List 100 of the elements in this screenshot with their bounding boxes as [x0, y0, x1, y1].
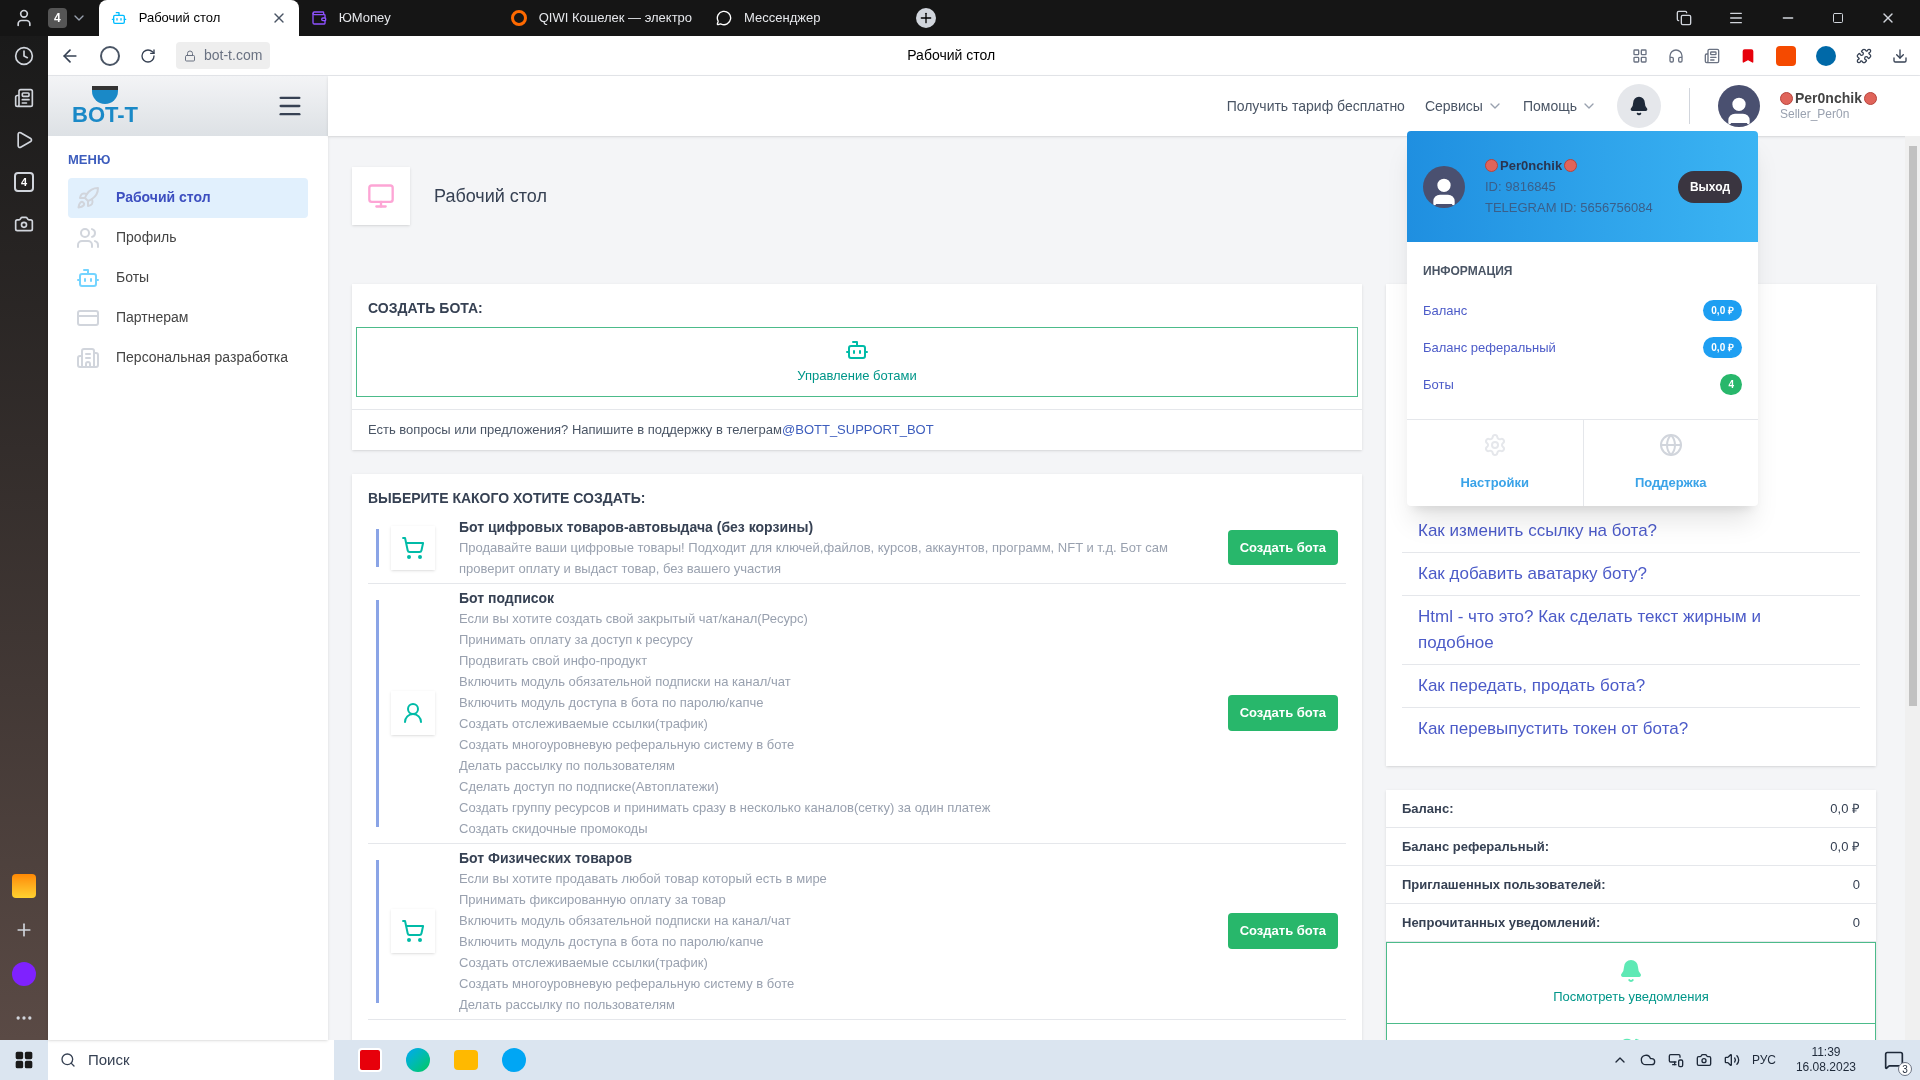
- cart-icon: [401, 919, 425, 943]
- volume-icon[interactable]: [1723, 1052, 1740, 1068]
- promo-link[interactable]: Получить тариф бесплатно: [1226, 95, 1405, 117]
- person-icon: [401, 701, 425, 725]
- browser-tab[interactable]: Мессенджер: [704, 0, 905, 36]
- search-icon: [60, 1052, 76, 1068]
- sidebar-item[interactable]: Боты: [68, 257, 308, 298]
- language-indicator[interactable]: РУС: [1751, 1051, 1776, 1069]
- support-text: Есть вопросы или предложения? Напишите в поддержку в телеграм: [368, 421, 782, 439]
- info-link[interactable]: Баланс: [1423, 300, 1468, 321]
- clock-time[interactable]: 11:39: [1811, 1045, 1841, 1060]
- bot-type-description: Создать многоуровневую реферальную систему в боте: [459, 974, 796, 993]
- card-title: СОЗДАТЬ БОТА:: [367, 299, 484, 318]
- counter-badge[interactable]: 4: [14, 172, 34, 192]
- reader-icon[interactable]: [1704, 47, 1720, 64]
- bot-type-description: Включить модуль обязательной подписки на канал/чат: [459, 672, 792, 691]
- browser-tab[interactable]: ЮMoney: [298, 0, 499, 36]
- section-title: ИНФОРМАЦИЯ: [1423, 263, 1514, 280]
- address-field[interactable]: bot-t.com: [176, 42, 271, 69]
- bell-icon: [1629, 96, 1649, 116]
- stat-label: Приглашенных пользователей:: [1402, 875, 1606, 894]
- grid-icon[interactable]: [1632, 47, 1648, 64]
- bot-type-description: Делать рассылку по пользователям: [459, 995, 676, 1014]
- page-heading: Рабочий стол: [434, 184, 547, 208]
- sidebar-item[interactable]: Персональная разработка: [68, 337, 308, 378]
- copy-icon[interactable]: [1676, 10, 1692, 26]
- cart-icon: [401, 535, 425, 560]
- browser-tab[interactable]: Рабочий стол: [98, 0, 299, 36]
- avatar[interactable]: [1718, 85, 1760, 127]
- scrollbar-thumb[interactable]: [1908, 146, 1917, 706]
- count-badge: 0,0 ₽: [1703, 337, 1742, 358]
- extensions-icon[interactable]: [1856, 47, 1872, 64]
- user-name: Per0nchik: [1500, 157, 1563, 175]
- bot-type-description: Если вы хотите создать свой закрытый чат/канал(Ресурс): [459, 609, 809, 628]
- play-icon[interactable]: [14, 130, 34, 150]
- sidebar-item[interactable]: Профиль: [68, 217, 308, 258]
- help-link[interactable]: Как изменить ссылку на бота?: [1418, 518, 1658, 544]
- help-link[interactable]: Html - что это? Как сделать текст жирным и подобное: [1418, 604, 1798, 656]
- bot-type-description: Принимать оплату за доступ к ресурсу: [459, 630, 694, 649]
- notifications-tile[interactable]: Посмотреть уведомления: [1386, 942, 1876, 1024]
- browser-tab[interactable]: QIWI Кошелек — электро: [498, 0, 705, 36]
- avatar: [1423, 165, 1465, 208]
- profile-icon[interactable]: [14, 8, 34, 28]
- nav-menu[interactable]: Сервисы: [1424, 95, 1503, 117]
- help-link[interactable]: Как добавить аватарку боту?: [1418, 561, 1648, 587]
- info-link[interactable]: Боты: [1423, 374, 1454, 395]
- clock-date[interactable]: 16.08.2023: [1795, 1060, 1856, 1075]
- camera-icon[interactable]: [1695, 1052, 1712, 1068]
- logout-button[interactable]: Выход: [1677, 170, 1742, 203]
- cloud-icon[interactable]: [1639, 1052, 1656, 1068]
- bot-type-description: Создать отслеживаемые ссылки(трафик): [459, 953, 709, 972]
- stat-label: Баланс:: [1402, 799, 1454, 818]
- globe-icon: [1658, 433, 1683, 458]
- building-icon: [76, 345, 100, 370]
- camera-icon[interactable]: [14, 214, 34, 234]
- history-icon[interactable]: [14, 46, 34, 66]
- page-title: Рабочий стол: [907, 46, 996, 65]
- ring-icon: [510, 10, 527, 26]
- new-tab-icon[interactable]: [916, 8, 937, 28]
- wallet-icon: [310, 10, 327, 26]
- bell-icon: [1619, 959, 1643, 984]
- bot-type-description: Создать группу ресурсов и принимать сразу в несколько каналов(сетку) за один платеж: [459, 798, 992, 817]
- nav-menu[interactable]: Помощь: [1522, 95, 1597, 117]
- download-icon[interactable]: [1892, 47, 1908, 64]
- sidebar-item[interactable]: Рабочий стол: [68, 177, 308, 218]
- user-name[interactable]: Per0nchik: [1795, 89, 1862, 108]
- network-icon[interactable]: [1667, 1052, 1684, 1068]
- tab-counter[interactable]: 4: [48, 8, 67, 28]
- stat-value: 0,0 ₽: [1830, 799, 1860, 818]
- bot-type-description: Включить модуль доступа в бота по паролю/капче: [459, 693, 765, 712]
- help-link[interactable]: Как перевыпустить токен от бота?: [1418, 716, 1689, 742]
- help-link[interactable]: Как передать, продать бота?: [1418, 673, 1646, 699]
- info-link[interactable]: Баланс реферальный: [1423, 337, 1556, 358]
- bookmark-icon[interactable]: [1740, 47, 1756, 64]
- count-badge: 4: [1720, 374, 1742, 395]
- bot-icon: [110, 10, 127, 26]
- menu-title: МЕНЮ: [68, 151, 112, 169]
- notifications-button[interactable]: [1617, 84, 1661, 128]
- reload-icon[interactable]: [140, 47, 156, 64]
- menu-icon[interactable]: [1728, 10, 1744, 26]
- bot-type-description: Создать многоуровневую реферальную систему в боте: [459, 735, 796, 754]
- bot-type-title: Бот Физических товаров: [459, 848, 634, 868]
- bot-type-description: Создать отслеживаемые ссылки(трафик): [459, 714, 709, 733]
- search-field[interactable]: Поиск: [48, 1040, 334, 1080]
- bot-type-description: Продавайте ваши цифровые товары! Подходит для ключей,файлов, курсов, аккаунтов, программ, NFT и т.д. Бот сам проверит оплату и выдаст товар, без вашего участия: [459, 538, 1169, 578]
- stat-label: Баланс реферальный:: [1402, 837, 1550, 856]
- bot-type-description: Продвигать свой инфо-продукт: [459, 651, 649, 670]
- user-login: Seller_Per0n: [1780, 107, 1851, 123]
- rocket-icon: [76, 185, 100, 210]
- users-icon: [76, 225, 100, 250]
- support-link[interactable]: @BOTT_SUPPORT_BOT: [782, 420, 934, 440]
- card-title: ВЫБЕРИТЕ КАКОГО ХОТИТЕ СОЗДАТЬ:: [368, 488, 647, 508]
- restore-icon[interactable]: [1832, 12, 1844, 24]
- bot-type-description: Создать скидочные промокоды: [459, 819, 649, 838]
- sidebar-item[interactable]: Партнерам: [68, 297, 308, 338]
- bot-type-title: Бот подписок: [459, 588, 556, 608]
- bot-type-description: Делать рассылку по пользователям: [459, 756, 676, 775]
- news-icon[interactable]: [14, 88, 34, 108]
- manage-bots-tile[interactable]: Управление ботами: [356, 327, 1358, 397]
- headphones-icon[interactable]: [1668, 47, 1684, 64]
